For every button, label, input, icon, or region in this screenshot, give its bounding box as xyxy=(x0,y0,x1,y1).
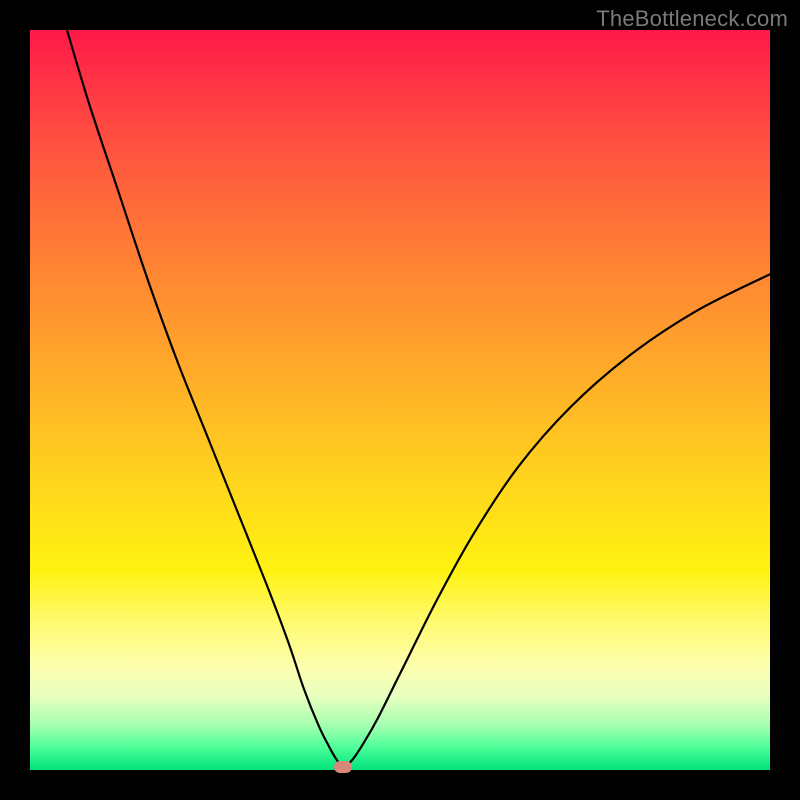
chart-container: TheBottleneck.com xyxy=(0,0,800,800)
curve-svg xyxy=(30,30,770,770)
optimum-marker xyxy=(334,761,352,773)
bottleneck-curve xyxy=(67,30,770,767)
watermark-text: TheBottleneck.com xyxy=(596,6,788,32)
plot-area xyxy=(30,30,770,770)
